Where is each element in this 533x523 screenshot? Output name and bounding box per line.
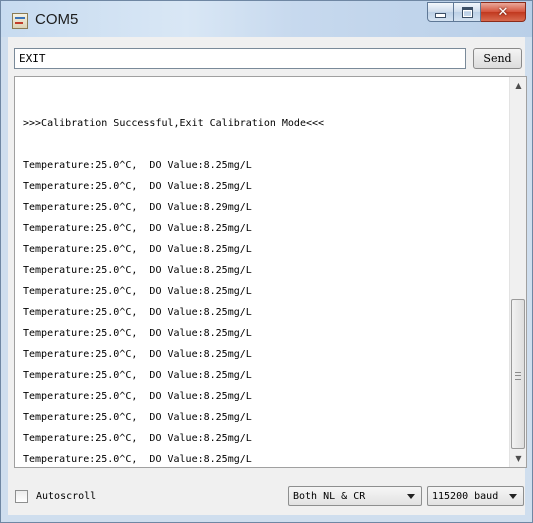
output-line: Temperature:25.0^C, DO Value:8.25mg/L bbox=[23, 412, 252, 423]
scroll-down-arrow-icon[interactable]: ▼ bbox=[510, 450, 526, 467]
output-line: Temperature:25.0^C, DO Value:8.25mg/L bbox=[23, 370, 252, 381]
serial-output[interactable]: >>>Calibration Successful,Exit Calibrati… bbox=[14, 76, 527, 468]
serial-monitor-icon bbox=[12, 13, 28, 29]
command-input[interactable]: EXIT bbox=[14, 48, 466, 69]
scroll-up-arrow-icon[interactable]: ▲ bbox=[510, 77, 526, 94]
send-button[interactable]: Send bbox=[473, 48, 522, 69]
line-ending-select[interactable]: Both NL & CR bbox=[288, 486, 422, 506]
scrollbar-thumb[interactable] bbox=[511, 299, 525, 449]
output-line: Temperature:25.0^C, DO Value:8.25mg/L bbox=[23, 265, 252, 276]
minimize-button[interactable] bbox=[427, 2, 454, 22]
title-bar[interactable]: COM5 ✕ bbox=[1, 1, 532, 37]
output-line: Temperature:25.0^C, DO Value:8.25mg/L bbox=[23, 454, 252, 465]
output-line: Temperature:25.0^C, DO Value:8.25mg/L bbox=[23, 244, 252, 255]
output-line: Temperature:25.0^C, DO Value:8.25mg/L bbox=[23, 328, 252, 339]
output-line: Temperature:25.0^C, DO Value:8.25mg/L bbox=[23, 223, 252, 234]
output-line: >>>Calibration Successful,Exit Calibrati… bbox=[23, 118, 325, 129]
vertical-scrollbar[interactable]: ▲ ▼ bbox=[509, 77, 526, 467]
output-line: Temperature:25.0^C, DO Value:8.25mg/L bbox=[23, 433, 252, 444]
output-lines: >>>Calibration Successful,Exit Calibrati… bbox=[23, 113, 506, 467]
output-line: Temperature:25.0^C, DO Value:8.25mg/L bbox=[23, 160, 252, 171]
serial-monitor-window: COM5 ✕ EXIT Send >>>Calibration Successf… bbox=[0, 0, 533, 523]
output-line: Temperature:25.0^C, DO Value:8.25mg/L bbox=[23, 391, 252, 402]
minimize-icon bbox=[435, 12, 446, 18]
output-line: Temperature:25.0^C, DO Value:8.29mg/L bbox=[23, 202, 252, 213]
maximize-icon bbox=[461, 6, 473, 18]
output-line: Temperature:25.0^C, DO Value:8.25mg/L bbox=[23, 286, 252, 297]
close-button[interactable]: ✕ bbox=[481, 2, 526, 22]
window-controls: ✕ bbox=[427, 2, 526, 22]
chevron-down-icon bbox=[509, 494, 517, 499]
chevron-down-icon bbox=[407, 494, 415, 499]
window-title: COM5 bbox=[35, 11, 79, 28]
baud-rate-value: 115200 baud bbox=[432, 490, 499, 502]
autoscroll-control[interactable]: Autoscroll bbox=[15, 486, 96, 506]
output-line: Temperature:25.0^C, DO Value:8.25mg/L bbox=[23, 349, 252, 360]
grip-icon bbox=[515, 372, 521, 380]
autoscroll-checkbox[interactable] bbox=[15, 489, 28, 503]
client-area: EXIT Send >>>Calibration Successful,Exit… bbox=[8, 37, 527, 515]
autoscroll-label: Autoscroll bbox=[36, 490, 97, 502]
maximize-button[interactable] bbox=[454, 2, 481, 22]
line-ending-value: Both NL & CR bbox=[293, 490, 366, 502]
output-line: Temperature:25.0^C, DO Value:8.25mg/L bbox=[23, 181, 252, 192]
output-line: Temperature:25.0^C, DO Value:8.25mg/L bbox=[23, 307, 252, 318]
close-icon: ✕ bbox=[497, 4, 509, 20]
baud-rate-select[interactable]: 115200 baud bbox=[427, 486, 524, 506]
